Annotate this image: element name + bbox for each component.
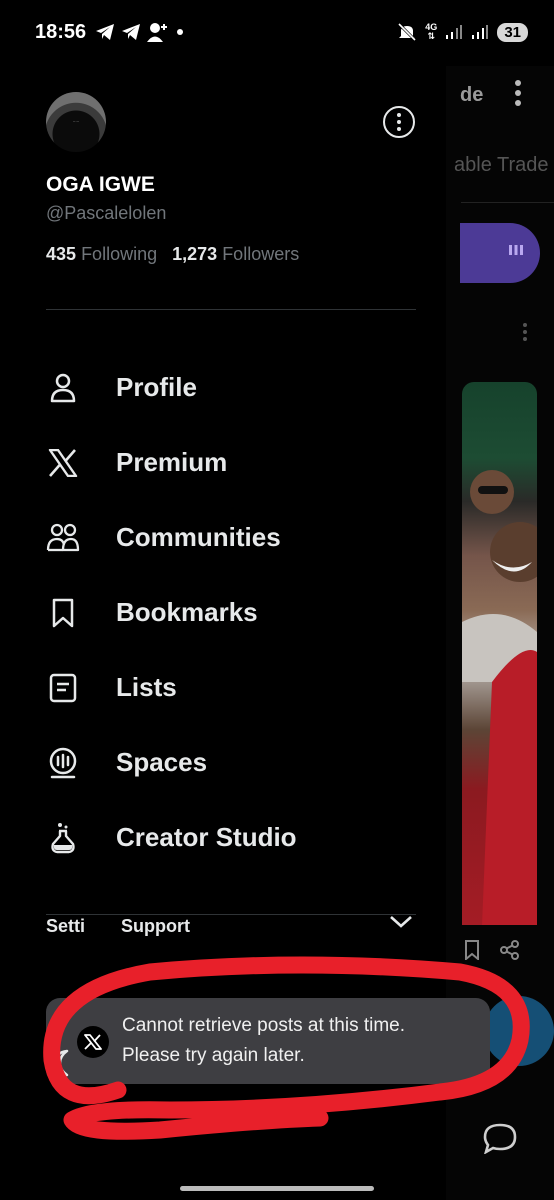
more-vertical-icon[interactable] (512, 78, 524, 108)
background-divider (461, 202, 554, 203)
more-vertical-icon[interactable] (522, 322, 528, 342)
network-type: 4G ⇅ (425, 22, 438, 41)
error-toast: Cannot retrieve posts at this time. Plea… (46, 998, 490, 1084)
bottom-peek-bar (46, 1194, 286, 1200)
bookmark-icon[interactable] (464, 940, 480, 960)
dot-icon (177, 29, 183, 35)
background-banner[interactable] (460, 223, 540, 283)
background-title: de (460, 84, 484, 106)
following-label: Following (81, 244, 158, 264)
nav-item-profile[interactable]: Profile (46, 350, 416, 425)
followers-label: Followers (222, 244, 300, 264)
support-label: Support (121, 916, 191, 936)
notification-icons (95, 22, 185, 42)
nav-item-spaces[interactable]: Spaces (46, 725, 416, 800)
post-actions (464, 940, 520, 960)
following-count: 435 (46, 244, 77, 264)
telegram-icon (96, 24, 114, 40)
nav-label: Bookmarks (116, 597, 258, 627)
followers-link[interactable]: 1,273 Followers (172, 244, 299, 264)
home-indicator[interactable] (180, 1186, 374, 1191)
system-icons: 4G ⇅ 31 (397, 22, 528, 42)
avatar[interactable]: ····· (46, 92, 106, 152)
list-icon (46, 671, 80, 705)
avatar-caption: ····· (72, 119, 80, 124)
account-options-button[interactable] (383, 106, 415, 138)
compose-button[interactable] (484, 996, 554, 1066)
divider (46, 914, 416, 915)
follow-stats: 435 Following 1,273 Followers (46, 244, 299, 265)
spaces-bars-icon (509, 245, 523, 255)
people-photo-icon (462, 470, 537, 925)
display-name[interactable]: OGA IGWE (46, 173, 155, 197)
followers-count: 1,273 (172, 244, 218, 264)
nav-item-lists[interactable]: Lists (46, 650, 416, 725)
share-icon[interactable] (500, 940, 520, 960)
messages-icon[interactable] (482, 1122, 518, 1154)
post-image[interactable] (462, 382, 537, 925)
mute-icon (398, 22, 417, 42)
nav-label: Creator Studio (116, 822, 297, 852)
nav-label: Profile (116, 372, 197, 402)
dot-icon (397, 113, 401, 117)
settings-support-row[interactable]: Setti Support (46, 916, 190, 937)
settings-label: Setti (46, 916, 86, 936)
status-bar: 18:56 4G ⇅ 31 (0, 0, 554, 66)
person-icon (46, 371, 80, 405)
bookmark-icon (46, 596, 80, 630)
nav-label: Spaces (116, 747, 208, 777)
toast-message-line2: Please try again later. (122, 1045, 305, 1066)
nav-label: Communities (116, 522, 281, 552)
dot-icon (397, 127, 401, 131)
flask-icon (46, 821, 80, 855)
signal-icon (472, 25, 489, 39)
nav-label: Premium (116, 447, 228, 477)
nav-item-bookmarks[interactable]: Bookmarks (46, 575, 416, 650)
nav-item-premium[interactable]: Premium (46, 425, 416, 500)
people-icon (46, 521, 80, 555)
x-logo-icon (46, 446, 80, 480)
spaces-icon (46, 746, 80, 780)
user-handle[interactable]: @Pascalelolen (46, 203, 166, 224)
dot-icon (397, 120, 401, 124)
telegram-icon (122, 24, 140, 40)
status-time: 18:56 (35, 21, 87, 43)
nav-item-creator-studio[interactable]: Creator Studio (46, 800, 416, 875)
battery-level: 31 (497, 22, 528, 42)
moon-icon[interactable] (48, 1048, 78, 1078)
signal-icon (446, 25, 463, 39)
toast-message-line1: Cannot retrieve posts at this time. (122, 1015, 406, 1036)
divider (46, 309, 416, 310)
nav-item-communities[interactable]: Communities (46, 500, 416, 575)
nav-label: Lists (116, 672, 177, 702)
background-tab[interactable]: able Trade (454, 154, 549, 177)
following-link[interactable]: 435 Following (46, 244, 157, 264)
drawer-nav: Profile Premium Communities Bookmarks Li… (46, 350, 416, 875)
add-person-icon (147, 23, 167, 42)
chevron-down-icon[interactable] (388, 914, 414, 930)
x-logo-icon (77, 1026, 109, 1058)
